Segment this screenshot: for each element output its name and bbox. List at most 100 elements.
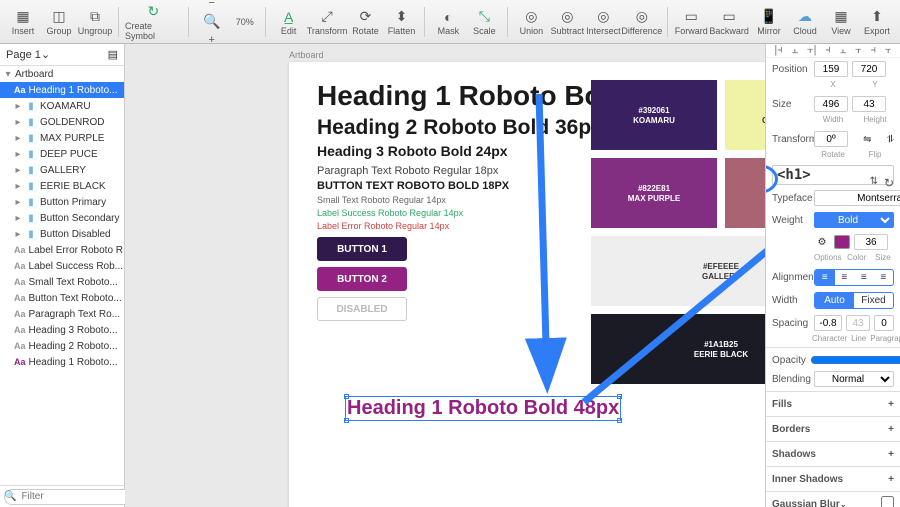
- align-left-btn[interactable]: ≡: [815, 270, 835, 285]
- page-selector[interactable]: Page 1⌄ ▤: [0, 44, 124, 66]
- align-vcenter-icon[interactable]: ⫠: [840, 44, 847, 57]
- union-button[interactable]: ◎Union: [514, 2, 548, 42]
- align-center-btn[interactable]: ≡: [835, 270, 855, 285]
- scale-button[interactable]: ⤡Scale: [467, 2, 501, 42]
- weight-select[interactable]: Bold: [814, 212, 894, 228]
- layer-row[interactable]: ▸▮GALLERY: [0, 162, 124, 178]
- view-button[interactable]: ▦View: [824, 2, 858, 42]
- layer-row[interactable]: ▸▮KOAMARU: [0, 98, 124, 114]
- layer-row[interactable]: ▸▮EERIE BLACK: [0, 178, 124, 194]
- layer-row[interactable]: AaHeading 1 Roboto...: [0, 354, 124, 370]
- align-right-btn[interactable]: ≡: [854, 270, 874, 285]
- layer-row[interactable]: ▸▮GOLDENROD: [0, 114, 124, 130]
- export-button[interactable]: ⬆Export: [860, 2, 894, 42]
- typeface-input[interactable]: [814, 190, 900, 206]
- backward-icon: ▭: [720, 8, 738, 26]
- opacity-slider[interactable]: [810, 352, 900, 368]
- align-bottom-icon[interactable]: ⫟: [855, 44, 862, 57]
- layer-row[interactable]: AaButton Text Roboto...: [0, 290, 124, 306]
- insert-menu[interactable]: ▦Insert: [6, 2, 40, 42]
- color-well[interactable]: [834, 235, 850, 249]
- button-primary-sample: BUTTON 1: [317, 237, 407, 261]
- layer-row[interactable]: ▸▮Button Primary: [0, 194, 124, 210]
- align-right-icon[interactable]: ⫟|: [807, 44, 817, 57]
- transform-button[interactable]: ⤢Transform: [308, 2, 347, 42]
- flatten-button[interactable]: ⬍Flatten: [384, 2, 418, 42]
- add-shadow-icon[interactable]: +: [888, 449, 894, 460]
- size-w-input[interactable]: [814, 96, 848, 112]
- layer-row[interactable]: ▸▮Button Disabled: [0, 226, 124, 242]
- page-list-icon[interactable]: ▤: [108, 48, 118, 61]
- subtract-icon: ◎: [558, 8, 576, 26]
- blending-select[interactable]: Normal: [814, 371, 894, 387]
- edit-button[interactable]: A̲Edit: [272, 2, 306, 42]
- position-y-input[interactable]: [852, 61, 886, 77]
- para-spacing-input[interactable]: [874, 315, 894, 331]
- zoom-out-icon[interactable]: −: [208, 0, 214, 9]
- style-stepper-icon[interactable]: ⇅: [870, 176, 878, 187]
- position-x-input[interactable]: [814, 61, 848, 77]
- difference-button[interactable]: ◎Difference: [622, 2, 661, 42]
- style-sync-icon[interactable]: ↻: [884, 176, 894, 190]
- layer-row[interactable]: AaParagraph Text Ro...: [0, 306, 124, 322]
- align-left-icon[interactable]: |⫞: [774, 44, 782, 57]
- create-symbol-button[interactable]: ↻Create Symbol: [125, 2, 182, 42]
- char-spacing-input[interactable]: [814, 315, 842, 331]
- mirror-button[interactable]: 📱Mirror: [752, 2, 786, 42]
- flip-v-icon[interactable]: ⥮: [887, 134, 894, 145]
- swatch: #AA6373DEEP PUCE: [725, 158, 765, 228]
- options-gear-icon[interactable]: ⚙: [814, 237, 830, 248]
- alignment-row: |⫞ ⫠ ⫟| ⫞ ⫠ ⫟ ⫞ ⫟: [766, 44, 900, 58]
- swatch: #822E81MAX PURPLE: [591, 158, 717, 228]
- line-spacing-input[interactable]: [846, 315, 870, 331]
- color-swatches: #392061KOAMARU#F0F2A6GOLDENROD#822E81MAX…: [591, 80, 765, 392]
- layer-row[interactable]: AaLabel Error Roboto R: [0, 242, 124, 258]
- blur-enable-checkbox[interactable]: [881, 496, 894, 507]
- flip-h-icon[interactable]: ⇋: [852, 134, 883, 145]
- align-hcenter-icon[interactable]: ⫠: [792, 44, 799, 57]
- rotate-button[interactable]: ⟳Rotate: [348, 2, 382, 42]
- zoom-control[interactable]: − 🔍 +: [195, 2, 229, 42]
- group-button[interactable]: ◫Group: [42, 2, 76, 42]
- mirror-icon: 📱: [760, 8, 778, 26]
- rotate-input[interactable]: [814, 131, 848, 147]
- add-fill-icon[interactable]: +: [888, 399, 894, 410]
- width-segment[interactable]: Auto Fixed: [814, 292, 894, 309]
- backward-button[interactable]: ▭Backward: [710, 2, 748, 42]
- distribute-v-icon[interactable]: ⫟: [885, 44, 892, 57]
- layer-row[interactable]: ▸▮DEEP PUCE: [0, 146, 124, 162]
- layer-row[interactable]: AaHeading 2 Roboto...: [0, 338, 124, 354]
- canvas[interactable]: Artboard Heading 1 Roboto Bold 48px Head…: [125, 44, 765, 507]
- font-size-input[interactable]: [854, 234, 888, 250]
- layer-row[interactable]: AaLabel Success Rob...: [0, 258, 124, 274]
- forward-button[interactable]: ▭Forward: [674, 2, 708, 42]
- group-icon: ◫: [50, 8, 68, 26]
- layer-row[interactable]: AaSmall Text Roboto...: [0, 274, 124, 290]
- mask-button[interactable]: ◐Mask: [431, 2, 465, 42]
- layer-row[interactable]: ▸▮Button Secondary: [0, 210, 124, 226]
- intersect-button[interactable]: ◎Intersect: [586, 2, 620, 42]
- add-inner-shadow-icon[interactable]: +: [888, 474, 894, 485]
- layer-row[interactable]: ▾Artboard: [0, 66, 124, 82]
- artboard-label[interactable]: Artboard: [289, 50, 324, 60]
- swatch: #1A1B25EERIE BLACK: [591, 314, 765, 384]
- text-align-segment[interactable]: ≡ ≡ ≡ ≡: [814, 269, 894, 286]
- layer-row[interactable]: ▸▮MAX PURPLE: [0, 130, 124, 146]
- pencil-icon: A̲: [280, 8, 298, 26]
- cloud-button[interactable]: ☁Cloud: [788, 2, 822, 42]
- layer-panel: Page 1⌄ ▤ ▾ArtboardAaHeading 1 Roboto...…: [0, 44, 125, 507]
- align-top-icon[interactable]: ⫞: [825, 44, 831, 57]
- forward-icon: ▭: [682, 8, 700, 26]
- rotate-icon: ⟳: [356, 8, 374, 26]
- distribute-h-icon[interactable]: ⫞: [871, 44, 877, 57]
- layer-row[interactable]: AaHeading 1 Roboto...: [0, 82, 124, 98]
- add-border-icon[interactable]: +: [888, 424, 894, 435]
- selected-text-layer[interactable]: Heading 1 Roboto Bold 48px: [347, 397, 619, 420]
- align-justify-btn[interactable]: ≡: [874, 270, 894, 285]
- size-h-input[interactable]: [852, 96, 886, 112]
- ungroup-button[interactable]: ⧉Ungroup: [78, 2, 112, 42]
- layer-row[interactable]: AaHeading 3 Roboto...: [0, 322, 124, 338]
- difference-icon: ◎: [633, 8, 651, 26]
- chevron-down-icon: ⌄: [41, 48, 50, 61]
- subtract-button[interactable]: ◎Subtract: [550, 2, 584, 42]
